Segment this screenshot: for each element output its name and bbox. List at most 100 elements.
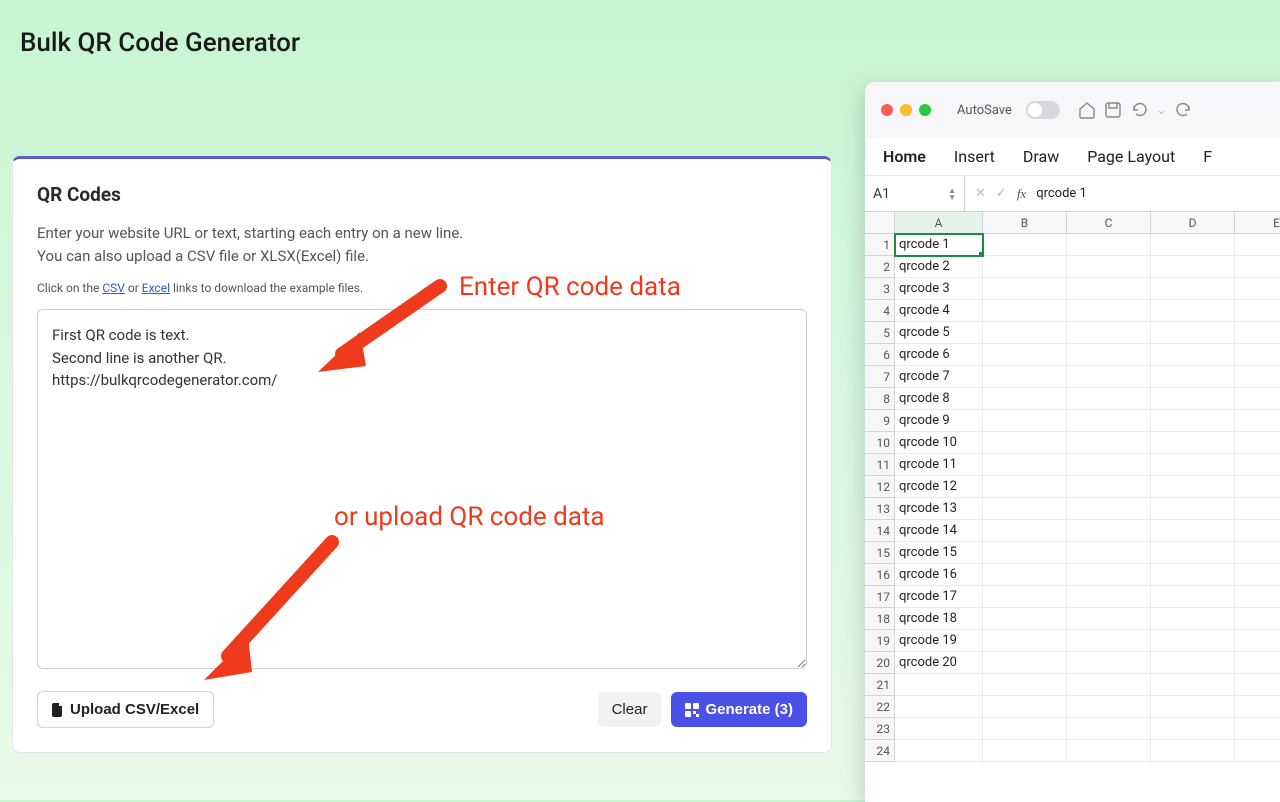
cell-C24[interactable] [1067,740,1151,762]
cell-A4[interactable]: qrcode 4 [895,300,983,322]
row-header-23[interactable]: 23 [865,718,895,740]
cell-A11[interactable]: qrcode 11 [895,454,983,476]
cell-C11[interactable] [1067,454,1151,476]
cell-B3[interactable] [983,278,1067,300]
cell-A15[interactable]: qrcode 15 [895,542,983,564]
cell-B11[interactable] [983,454,1067,476]
spreadsheet-grid[interactable]: ABCDE1qrcode 12qrcode 23qrcode 34qrcode … [865,212,1280,762]
cell-E18[interactable] [1235,608,1280,630]
cell-D4[interactable] [1151,300,1235,322]
cell-B22[interactable] [983,696,1067,718]
cell-C17[interactable] [1067,586,1151,608]
cell-E12[interactable] [1235,476,1280,498]
generate-button[interactable]: Generate (3) [671,692,807,727]
row-header-12[interactable]: 12 [865,476,895,498]
clear-button[interactable]: Clear [598,692,662,727]
cell-D15[interactable] [1151,542,1235,564]
cell-B6[interactable] [983,344,1067,366]
undo-icon[interactable] [1130,101,1148,119]
cell-D6[interactable] [1151,344,1235,366]
cell-A16[interactable]: qrcode 16 [895,564,983,586]
cell-E6[interactable] [1235,344,1280,366]
row-header-13[interactable]: 13 [865,498,895,520]
cell-D10[interactable] [1151,432,1235,454]
cell-C4[interactable] [1067,300,1151,322]
cell-A7[interactable]: qrcode 7 [895,366,983,388]
cell-B23[interactable] [983,718,1067,740]
home-icon[interactable] [1078,101,1096,119]
cell-C12[interactable] [1067,476,1151,498]
row-header-16[interactable]: 16 [865,564,895,586]
cell-C3[interactable] [1067,278,1151,300]
cell-B14[interactable] [983,520,1067,542]
cell-C15[interactable] [1067,542,1151,564]
row-header-18[interactable]: 18 [865,608,895,630]
confirm-icon[interactable]: ✓ [996,186,1007,201]
cell-B5[interactable] [983,322,1067,344]
cell-A19[interactable]: qrcode 19 [895,630,983,652]
row-header-5[interactable]: 5 [865,322,895,344]
column-header-B[interactable]: B [983,212,1067,234]
cell-A13[interactable]: qrcode 13 [895,498,983,520]
cell-B13[interactable] [983,498,1067,520]
row-header-15[interactable]: 15 [865,542,895,564]
cell-A18[interactable]: qrcode 18 [895,608,983,630]
cell-C18[interactable] [1067,608,1151,630]
cell-B10[interactable] [983,432,1067,454]
row-header-4[interactable]: 4 [865,300,895,322]
row-header-3[interactable]: 3 [865,278,895,300]
row-header-6[interactable]: 6 [865,344,895,366]
cell-C6[interactable] [1067,344,1151,366]
cell-D17[interactable] [1151,586,1235,608]
cell-A21[interactable] [895,674,983,696]
cell-D20[interactable] [1151,652,1235,674]
cell-C14[interactable] [1067,520,1151,542]
cell-E24[interactable] [1235,740,1280,762]
cell-C5[interactable] [1067,322,1151,344]
cancel-icon[interactable]: ✕ [975,186,986,201]
cell-B7[interactable] [983,366,1067,388]
cell-E8[interactable] [1235,388,1280,410]
cell-E23[interactable] [1235,718,1280,740]
cell-A9[interactable]: qrcode 9 [895,410,983,432]
row-header-19[interactable]: 19 [865,630,895,652]
cell-D18[interactable] [1151,608,1235,630]
cell-D24[interactable] [1151,740,1235,762]
cell-B9[interactable] [983,410,1067,432]
cell-C10[interactable] [1067,432,1151,454]
tab-draw[interactable]: Draw [1023,147,1059,166]
cell-A2[interactable]: qrcode 2 [895,256,983,278]
cell-D19[interactable] [1151,630,1235,652]
cell-D2[interactable] [1151,256,1235,278]
cell-D8[interactable] [1151,388,1235,410]
cell-B8[interactable] [983,388,1067,410]
cell-E5[interactable] [1235,322,1280,344]
row-header-14[interactable]: 14 [865,520,895,542]
cell-A3[interactable]: qrcode 3 [895,278,983,300]
cell-C2[interactable] [1067,256,1151,278]
tab-home[interactable]: Home [883,147,926,166]
cell-A24[interactable] [895,740,983,762]
cell-C22[interactable] [1067,696,1151,718]
cell-B12[interactable] [983,476,1067,498]
formula-input-area[interactable]: ✕ ✓ fx qrcode 1 [965,176,1280,211]
tab-page-layout[interactable]: Page Layout [1087,147,1175,166]
upload-button[interactable]: Upload CSV/Excel [37,691,214,728]
row-header-24[interactable]: 24 [865,740,895,762]
cell-A12[interactable]: qrcode 12 [895,476,983,498]
sheet-corner[interactable] [865,212,895,234]
row-header-22[interactable]: 22 [865,696,895,718]
cell-A17[interactable]: qrcode 17 [895,586,983,608]
row-header-20[interactable]: 20 [865,652,895,674]
cell-D16[interactable] [1151,564,1235,586]
cell-C8[interactable] [1067,388,1151,410]
cell-E13[interactable] [1235,498,1280,520]
cell-A20[interactable]: qrcode 20 [895,652,983,674]
cell-E21[interactable] [1235,674,1280,696]
redo-icon[interactable] [1175,101,1193,119]
cell-C7[interactable] [1067,366,1151,388]
cell-E1[interactable] [1235,234,1280,256]
cell-D14[interactable] [1151,520,1235,542]
column-header-C[interactable]: C [1067,212,1151,234]
cell-A10[interactable]: qrcode 10 [895,432,983,454]
